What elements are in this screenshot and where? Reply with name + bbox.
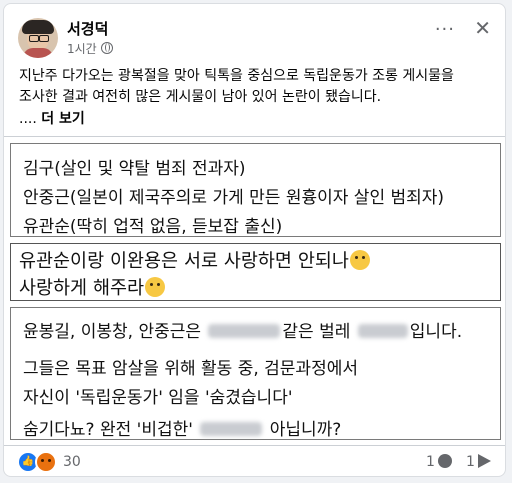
box3-text: 아닙니까? bbox=[269, 420, 342, 440]
reactions-count[interactable]: 30 bbox=[63, 454, 81, 470]
box2-text: 사랑하게 해주라 bbox=[19, 278, 145, 299]
more-options-button[interactable]: ··· bbox=[435, 19, 455, 40]
post-text-line: 조사한 결과 여전히 많은 게시물이 남아 있어 논란이 됐습니다. bbox=[19, 89, 382, 105]
angry-icon bbox=[35, 451, 57, 473]
comment-icon bbox=[437, 454, 452, 468]
box3-line: 숨기다뇨? 완전 '비겁한' 아닙니까? bbox=[23, 415, 341, 440]
box3-text: 윤봉길, 이봉창, 안중근은 bbox=[23, 322, 202, 342]
post-text-line: 지난주 다가오는 광복절을 맞아 틱톡을 중심으로 독립운동가 조롱 게시물을 bbox=[19, 68, 454, 84]
box2-line: 사랑하게 해주라 bbox=[19, 274, 166, 300]
shares-stat[interactable]: 1 bbox=[466, 454, 491, 470]
avatar-hair bbox=[22, 20, 54, 34]
blurred-word bbox=[200, 422, 263, 436]
glasses-left bbox=[29, 35, 39, 42]
blurred-word bbox=[357, 324, 408, 338]
box1-line: 유관순(딱히 업적 없음, 듣보잡 출신) bbox=[23, 217, 283, 237]
box1-line: 김구(살인 및 약탈 범죄 전과자) bbox=[23, 159, 246, 179]
box3-line: 윤봉길, 이봉창, 안중근은 같은 벌레 입니다. bbox=[23, 317, 462, 342]
blurred-word bbox=[208, 324, 281, 338]
box3-text: 숨기다뇨? 완전 '비겁한' bbox=[23, 420, 193, 440]
globe-icon bbox=[100, 42, 113, 54]
post-text: 지난주 다가오는 광복절을 맞아 틱톡을 중심으로 독립운동가 조롱 게시물을 … bbox=[19, 66, 499, 108]
box3-text: 입니다. bbox=[409, 322, 463, 342]
screenshot-box-3: 윤봉길, 이봉창, 안중근은 같은 벌레 입니다. 그들은 목표 암살을 위해 … bbox=[10, 307, 501, 440]
close-icon[interactable]: ✕ bbox=[474, 16, 491, 40]
box3-line: 그들은 목표 암살을 위해 활동 중, 검문과정에서 bbox=[23, 359, 358, 379]
avatar[interactable] bbox=[18, 18, 58, 58]
post-time[interactable]: 1시간 bbox=[67, 42, 97, 56]
comments-stat[interactable]: 1 bbox=[426, 454, 452, 470]
crying-face-icon bbox=[349, 250, 370, 270]
shares-count: 1 bbox=[466, 454, 475, 470]
box3-text: 같은 벌레 bbox=[282, 322, 351, 342]
see-more-label: 더 보기 bbox=[41, 111, 85, 127]
box2-line: 유관순이랑 이완용은 서로 사랑하면 안되나 bbox=[19, 247, 370, 273]
pleading-face-icon bbox=[145, 277, 166, 297]
box1-line: 안중근(일본이 제국주의로 가게 만든 원흉이자 살인 범죄자) bbox=[23, 188, 445, 208]
avatar-shirt bbox=[23, 48, 53, 58]
post-image[interactable]: 김구(살인 및 약탈 범죄 전과자) 안중근(일본이 제국주의로 가게 만든 원… bbox=[4, 136, 505, 446]
reactions[interactable]: 👍 bbox=[19, 451, 59, 473]
see-more-prefix: .... bbox=[19, 111, 37, 127]
screenshot-box-1: 김구(살인 및 약탈 범죄 전과자) 안중근(일본이 제국주의로 가게 만든 원… bbox=[10, 143, 501, 237]
post-meta: 1시간 bbox=[67, 40, 113, 57]
comments-count: 1 bbox=[426, 454, 435, 470]
share-icon bbox=[477, 454, 491, 468]
post-card: 서경덕 1시간 ··· ✕ 지난주 다가오는 광복절을 맞아 틱톡을 중심으로 … bbox=[3, 3, 506, 477]
glasses-right bbox=[39, 35, 49, 42]
post-footer: 👍 30 1 1 bbox=[4, 445, 505, 476]
screenshot-box-2: 유관순이랑 이완용은 서로 사랑하면 안되나 사랑하게 해주라 bbox=[10, 243, 501, 301]
post-header: 서경덕 1시간 ··· ✕ bbox=[4, 4, 505, 64]
author-name[interactable]: 서경덕 bbox=[67, 18, 108, 39]
see-more-link[interactable]: .... 더 보기 bbox=[19, 108, 85, 128]
box2-text: 유관순이랑 이완용은 서로 사랑하면 안되나 bbox=[19, 251, 349, 272]
box3-line: 자신이 '독립운동가' 임을 '숨겼습니다' bbox=[23, 388, 293, 408]
